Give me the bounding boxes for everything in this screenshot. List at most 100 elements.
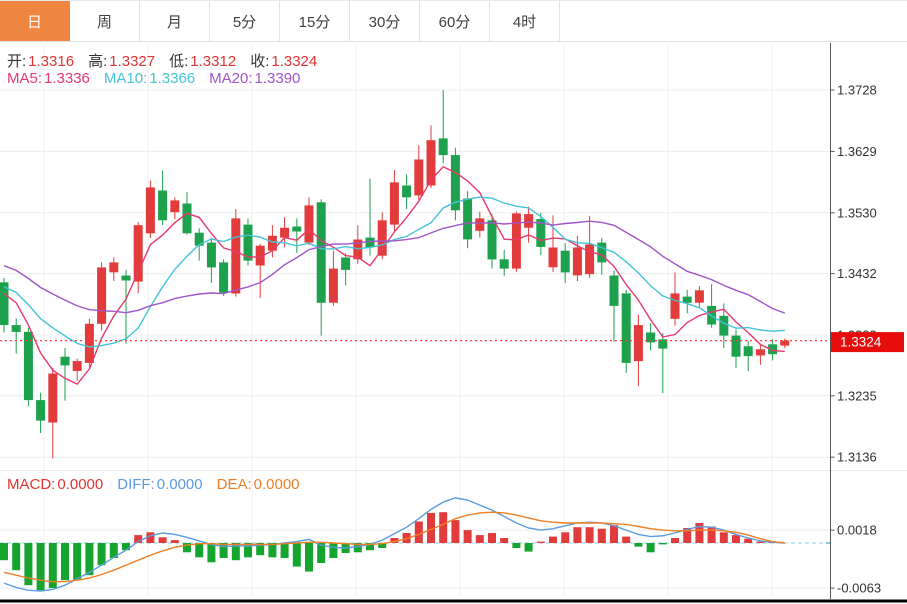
- legend-value: 1.3312: [190, 53, 236, 70]
- legend-label: 开:: [7, 53, 26, 70]
- candle-body: [780, 341, 789, 346]
- candle-body: [61, 357, 70, 366]
- candle-body: [549, 248, 558, 268]
- macd-bar: [195, 543, 203, 557]
- candle-body: [695, 290, 704, 302]
- macd-bar: [586, 527, 594, 543]
- macd-bar: [207, 543, 215, 562]
- candle-body: [207, 243, 216, 268]
- legend-value: 1.3324: [271, 53, 317, 70]
- tab-week[interactable]: 周: [70, 1, 140, 41]
- tab-15min[interactable]: 15分: [280, 1, 350, 41]
- candle-body: [561, 251, 570, 273]
- price-axis-label: 1.3136: [837, 450, 877, 465]
- timeframe-tab-bar: 日周月5分15分30分60分4时: [0, 0, 907, 42]
- macd-bar: [500, 538, 508, 543]
- macd-bar: [293, 543, 301, 567]
- legend-label: DEA:: [217, 476, 252, 493]
- candle-body: [463, 199, 472, 240]
- candle-body: [524, 214, 533, 228]
- tab-day[interactable]: 日: [0, 1, 70, 41]
- legend-label: 高:: [88, 53, 107, 70]
- candle-body: [597, 243, 606, 263]
- candle-body: [378, 220, 387, 255]
- candle-body: [317, 202, 326, 302]
- candle-body: [219, 262, 228, 292]
- price-axis-label: 1.3728: [837, 83, 877, 98]
- price-axis: 1.37281.36291.35301.34321.33331.32351.31…: [826, 43, 881, 599]
- ohlc-legend: 开:1.3316高:1.3327低:1.3312收:1.3324: [7, 50, 331, 71]
- macd-bar: [73, 543, 81, 580]
- current-price-tag-value: 1.3324: [840, 335, 882, 350]
- macd-axis-label: 0.0018: [837, 523, 877, 538]
- kline-chart-canvas[interactable]: 1.37281.36291.35301.34321.33331.32351.31…: [0, 0, 907, 604]
- macd-bar: [329, 543, 337, 558]
- candle-body: [414, 160, 423, 196]
- macd-bar: [573, 527, 581, 543]
- candle-body: [12, 325, 21, 332]
- macd-bar: [476, 535, 484, 543]
- legend-label: MA20:: [209, 70, 252, 87]
- candle-body: [732, 336, 741, 357]
- candle-body: [622, 293, 631, 363]
- candle-body: [280, 228, 289, 238]
- candle-body: [305, 205, 314, 242]
- macd-bar: [305, 543, 313, 572]
- macd-bar: [561, 532, 569, 543]
- macd-bar: [122, 543, 130, 550]
- candle-body: [585, 244, 594, 274]
- macd-bar: [451, 520, 459, 543]
- legend-value: 0.0000: [57, 476, 103, 493]
- tab-4hour[interactable]: 4时: [490, 1, 560, 41]
- candle-body: [36, 400, 45, 421]
- macd-bar: [171, 540, 179, 543]
- macd-bar: [659, 543, 667, 544]
- macd-bar: [159, 537, 167, 543]
- price-axis-label: 1.3432: [837, 266, 877, 281]
- macd-axis-label: -0.0063: [837, 581, 881, 596]
- tab-30min[interactable]: 30分: [350, 1, 420, 41]
- macd-bar: [488, 533, 496, 543]
- candle-body: [512, 213, 521, 268]
- bottom-border: [0, 600, 907, 603]
- candle-body: [170, 200, 179, 212]
- legend-value: 0.0000: [254, 476, 300, 493]
- tab-5min[interactable]: 5分: [210, 1, 280, 41]
- macd-bar: [0, 543, 8, 560]
- candle-body: [390, 182, 399, 224]
- macd-bar: [61, 543, 69, 580]
- candle-body: [427, 140, 436, 185]
- legend-value: 0.0000: [157, 476, 203, 493]
- current-price-tag: 1.3324: [831, 332, 904, 352]
- candle-body: [500, 259, 509, 268]
- grid-lines: [0, 43, 907, 597]
- macd-bar: [598, 529, 606, 543]
- ma-legend: MA5:1.3336MA10:1.3366MA20:1.3390: [7, 70, 314, 87]
- candle-body: [146, 187, 155, 233]
- candle-body: [24, 332, 33, 400]
- candle-body: [48, 374, 57, 423]
- tab-month[interactable]: 月: [140, 1, 210, 41]
- macd-bar: [220, 543, 228, 558]
- macd-bar: [720, 532, 728, 543]
- macd-legend: MACD:0.0000DIFF:0.0000DEA:0.0000: [7, 476, 314, 493]
- legend-label: 低:: [169, 53, 188, 70]
- candle-body: [231, 218, 240, 293]
- candle-body: [73, 361, 82, 371]
- candle-body: [439, 138, 448, 155]
- kline-app-window: 日周月5分15分30分60分4时 1.37281.36291.35301.343…: [0, 0, 907, 604]
- candle-body: [756, 349, 765, 355]
- macd-bar: [549, 537, 557, 543]
- price-axis-label: 1.3235: [837, 388, 877, 403]
- candle-body: [85, 324, 94, 363]
- legend-label: MA5:: [7, 70, 42, 87]
- candle-body: [183, 204, 192, 234]
- tab-60min[interactable]: 60分: [420, 1, 490, 41]
- macd-bar: [415, 522, 423, 544]
- candle-body: [268, 236, 277, 251]
- legend-value: 1.3316: [28, 53, 74, 70]
- macd-bar: [610, 525, 618, 543]
- candle-body: [744, 346, 753, 356]
- candle-body: [366, 238, 375, 248]
- candle-body: [573, 248, 582, 276]
